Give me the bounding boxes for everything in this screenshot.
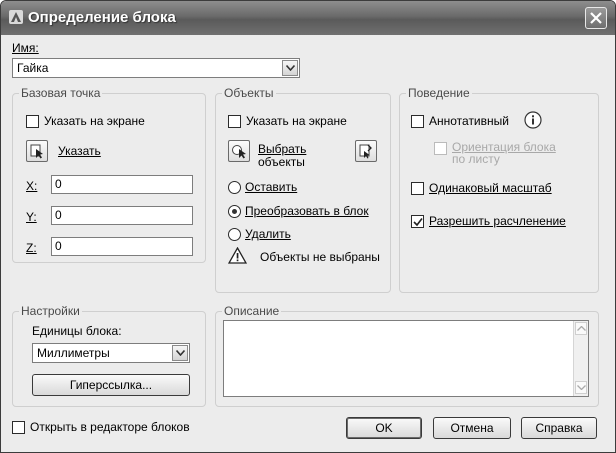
x-label: X: bbox=[26, 179, 38, 193]
base-point-specify-label: Указать на экране bbox=[44, 114, 145, 128]
pick-point-label: Указать bbox=[58, 144, 101, 158]
units-value: Миллиметры bbox=[37, 346, 110, 360]
units-label: Единицы блока: bbox=[32, 324, 122, 338]
scroll-up-button[interactable] bbox=[575, 322, 587, 335]
units-dropdown-arrow[interactable] bbox=[172, 345, 188, 361]
hyperlink-button[interactable]: Гиперссылка... bbox=[32, 374, 190, 396]
name-combobox[interactable]: Гайка bbox=[12, 58, 300, 78]
objects-specify-checkbox[interactable] bbox=[228, 115, 241, 128]
close-icon bbox=[590, 12, 602, 24]
settings-title: Настройки bbox=[19, 304, 82, 318]
description-scrollbar[interactable] bbox=[573, 321, 588, 396]
info-icon[interactable] bbox=[524, 111, 542, 129]
convert-label: Преобразовать в блок bbox=[245, 204, 369, 218]
title-bar[interactable]: Определение блока bbox=[1, 1, 615, 35]
chevron-down-icon bbox=[577, 385, 586, 390]
quick-select-button[interactable] bbox=[355, 140, 377, 162]
ok-button[interactable]: OK bbox=[346, 417, 422, 439]
select-objects-label: Выбрать объекты bbox=[258, 142, 307, 169]
pick-point-icon bbox=[30, 144, 43, 159]
uniform-scale-checkbox[interactable] bbox=[411, 182, 424, 195]
base-point-title: Базовая точка bbox=[19, 86, 103, 100]
z-label: Z: bbox=[26, 241, 37, 255]
scroll-down-button[interactable] bbox=[575, 381, 587, 394]
objects-specify-label: Указать на экране bbox=[246, 114, 347, 128]
chevron-down-icon bbox=[176, 350, 185, 356]
objects-status: Объекты не выбраны bbox=[260, 250, 380, 264]
y-input[interactable]: 0 bbox=[51, 206, 193, 225]
orientation-checkbox[interactable] bbox=[434, 142, 447, 155]
annotative-checkbox[interactable] bbox=[411, 115, 424, 128]
name-value: Гайка bbox=[17, 61, 49, 75]
name-dropdown-arrow[interactable] bbox=[282, 60, 298, 76]
allow-explode-label: Разрешить расчленение bbox=[429, 214, 566, 228]
pick-point-button[interactable] bbox=[26, 140, 48, 162]
behavior-title: Поведение bbox=[406, 86, 472, 100]
checkmark-icon bbox=[413, 218, 423, 227]
block-definition-dialog: Определение блока Имя: Гайка Базовая точ… bbox=[0, 0, 616, 453]
radio-selected-dot bbox=[232, 209, 237, 214]
app-icon bbox=[9, 10, 23, 24]
description-title: Описание bbox=[222, 304, 282, 318]
name-label: Имя: bbox=[12, 41, 39, 55]
select-objects-button[interactable] bbox=[228, 140, 250, 162]
z-input[interactable]: 0 bbox=[51, 237, 193, 256]
uniform-scale-label: Одинаковый масштаб bbox=[429, 181, 552, 195]
y-label: Y: bbox=[26, 210, 37, 224]
delete-label: Удалить bbox=[245, 227, 291, 241]
chevron-down-icon bbox=[286, 65, 295, 71]
dialog-title: Определение блока bbox=[28, 9, 176, 26]
description-textarea[interactable] bbox=[223, 320, 589, 397]
cancel-button[interactable]: Отмена bbox=[433, 417, 511, 439]
quick-select-icon bbox=[359, 144, 372, 159]
open-in-editor-checkbox[interactable] bbox=[12, 421, 25, 434]
close-button[interactable] bbox=[585, 7, 607, 29]
objects-title: Объекты bbox=[222, 86, 276, 100]
warning-icon bbox=[228, 247, 247, 264]
open-in-editor-label: Открыть в редакторе блоков bbox=[30, 420, 190, 434]
retain-label: Оставить bbox=[245, 180, 298, 194]
x-input[interactable]: 0 bbox=[51, 175, 193, 194]
units-combobox[interactable]: Миллиметры bbox=[32, 343, 190, 363]
annotative-label: Аннотативный bbox=[429, 114, 509, 128]
orientation-label: Ориентация блока по листу bbox=[452, 140, 556, 166]
help-button[interactable]: Справка bbox=[521, 417, 597, 439]
chevron-up-icon bbox=[577, 326, 586, 331]
delete-radio[interactable] bbox=[228, 228, 241, 241]
allow-explode-checkbox[interactable] bbox=[411, 215, 424, 228]
select-objects-icon bbox=[232, 145, 246, 159]
convert-radio[interactable] bbox=[228, 205, 241, 218]
retain-radio[interactable] bbox=[228, 181, 241, 194]
base-point-specify-checkbox[interactable] bbox=[26, 115, 39, 128]
